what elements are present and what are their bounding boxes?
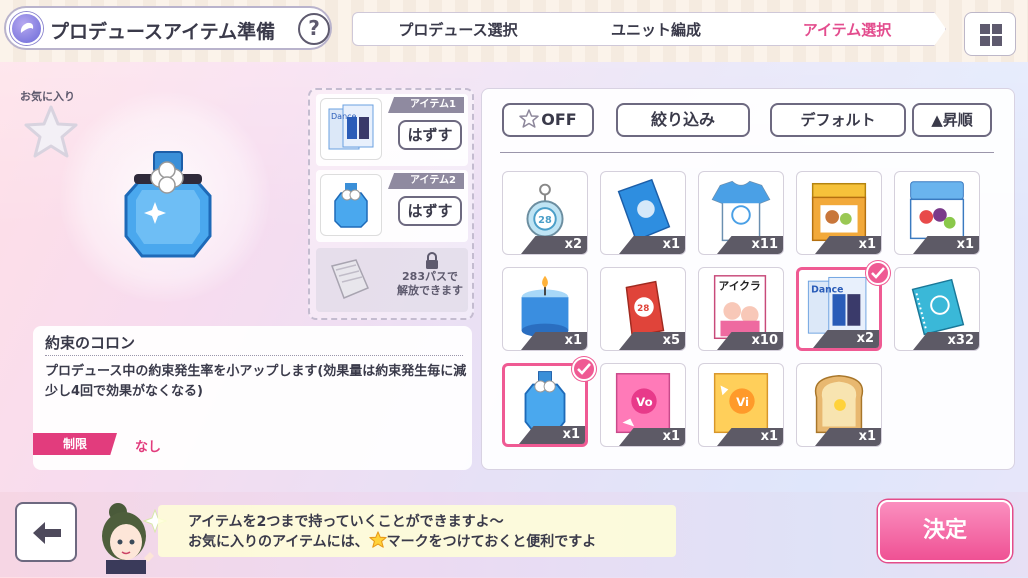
confirm-button[interactable]: 決定 [878,500,1012,562]
message-line-2: お気に入りのアイテムには、 マークをつけておくと便利ですよ [188,531,596,551]
dance-magazine-icon: Dance [320,98,382,160]
item-cell[interactable]: x11 [698,171,784,255]
top-bar: プロデュースアイテム準備 ? プロデュース選択 ユニット編成 アイテム選択 [0,0,1028,62]
item-slot-badge: アイテム2 [388,173,464,189]
perfume-bottle-icon [124,151,212,258]
item-cell[interactable]: x1 [894,171,980,255]
item-cell[interactable]: x1 [502,267,588,351]
favorite-filter-toggle[interactable]: OFF [502,103,594,137]
menu-button[interactable] [964,12,1016,56]
step-item-select: アイテム選択 [748,12,946,46]
message-line-1: アイテムを2つまで持っていくことができますよ～ [188,514,504,530]
sort-button[interactable]: デフォルト [770,103,906,137]
screen-title-bar: プロデュースアイテム準備 ? [4,6,332,50]
divider [45,355,463,356]
assistant-message-box: アイテムを2つまで持っていくことができますよ～ お気に入りのアイテムには、 マーク… [158,505,676,557]
remove-item-2-button[interactable]: はずす [398,196,462,226]
page-title: プロデュースアイテム準備 [50,21,276,43]
inventory-panel: OFF 絞り込み デフォルト ▲昇順 28 x2 x1 x11 x1 x1 x1 28 x5 アイ… [481,88,1015,470]
unlock-hint-text: 283パスで 解放できます [397,270,463,297]
item-cell[interactable]: アイクラ x10 [698,267,784,351]
svg-text:アイクラ: アイクラ [719,279,761,292]
perfume-bottle-icon [320,174,382,236]
divider [500,152,994,153]
selected-check-icon [572,357,596,381]
message-line-2-a: お気に入りのアイテムには、 [188,534,369,550]
svg-text:Dance: Dance [811,284,843,295]
item-cell[interactable]: x1 [796,363,882,447]
item-description-panel: 約束のコロン プロデュース中の約束発生率を小アップします(効果量は約束発生毎に減… [33,326,472,470]
item-cell[interactable]: x32 [894,267,980,351]
svg-text:28: 28 [538,215,552,226]
item-cell[interactable]: 28 x5 [600,267,686,351]
item-cell[interactable]: Vo x1 [600,363,686,447]
step-breadcrumb: プロデュース選択 ユニット編成 アイテム選択 [352,12,950,46]
favorite-label: お気に入り [20,90,75,103]
item-name: 約束のコロン [45,334,136,352]
item-description: プロデュース中の約束発生率を小アップします(効果量は約束発生毎に減少し4回で効果… [45,364,467,399]
step-unit-formation[interactable]: ユニット編成 [550,12,762,46]
back-arrow-icon [33,522,61,544]
lock-icon [426,252,438,269]
equipped-items-panel: Dance アイテム1 はずす アイテム2 はずす 283パスで 解放できます [308,88,474,320]
step-produce-select[interactable]: プロデュース選択 [352,12,564,46]
star-icon [368,531,387,548]
grid-menu-icon [980,24,1002,46]
item-cell[interactable]: x1 [600,171,686,255]
item-preview-image [112,150,224,266]
back-button[interactable] [15,502,77,562]
locked-book-icon [331,259,369,299]
item-cell[interactable]: Vi x1 [698,363,784,447]
favorite-filter-label: OFF [541,110,577,129]
remove-item-1-button[interactable]: はずす [398,120,462,150]
svg-text:Vi: Vi [736,395,749,409]
svg-text:Vo: Vo [636,395,652,409]
title-emblem-icon [10,12,43,45]
order-button[interactable]: ▲昇順 [912,103,992,137]
item-cell[interactable]: x1 [796,171,882,255]
svg-text:Dance: Dance [331,112,357,121]
svg-text:28: 28 [637,304,649,314]
limit-value: なし [135,440,162,455]
star-icon [519,109,540,128]
selected-check-icon [866,261,890,285]
item-slot-1: Dance アイテム1 はずす [316,94,468,166]
message-line-2-b: マークをつけておくと便利ですよ [386,534,597,550]
item-cell[interactable]: 28 x2 [502,171,588,255]
item-slot-2: アイテム2 はずす [316,170,468,242]
help-button[interactable]: ? [298,13,330,45]
item-slot-locked: 283パスで 解放できます [316,248,468,312]
filter-button[interactable]: 絞り込み [616,103,750,137]
item-slot-badge: アイテム1 [388,97,464,113]
limit-badge: 制限 [33,433,117,455]
